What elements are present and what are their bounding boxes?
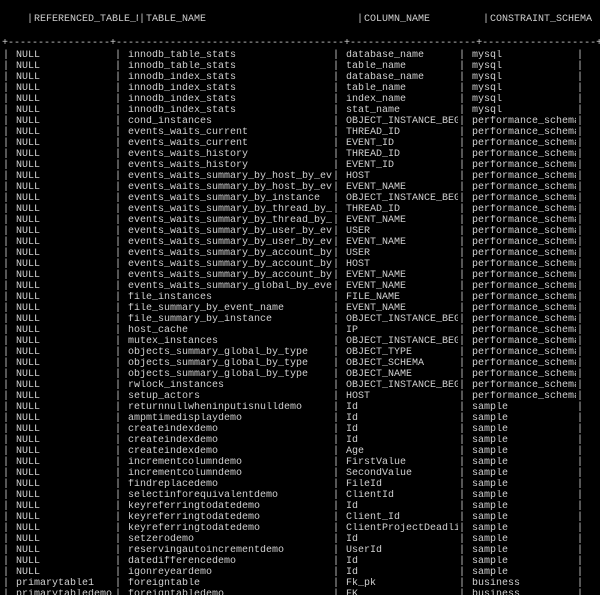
table-row: | NULL| events_waits_summary_by_host_by_… bbox=[2, 171, 598, 182]
pipe-icon: | bbox=[138, 14, 146, 26]
table-row: | primarytable1| foreigntable| Fk_pk| bu… bbox=[2, 578, 598, 589]
table-row: | NULL| rwlock_instances| OBJECT_INSTANC… bbox=[2, 380, 598, 391]
table-row: | NULL| mutex_instances| OBJECT_INSTANCE… bbox=[2, 336, 598, 347]
col-referenced-table-name: REFERENCED_TABLE_NAME bbox=[34, 14, 138, 26]
table-row: | NULL| events_waits_summary_by_account_… bbox=[2, 259, 598, 270]
table-row: | NULL| events_waits_history| THREAD_ID|… bbox=[2, 149, 598, 160]
table-row: | NULL| events_waits_summary_by_user_by_… bbox=[2, 226, 598, 237]
table-row: | NULL| incrementcolumndemo| SecondValue… bbox=[2, 468, 598, 479]
table-row: | NULL| events_waits_summary_by_host_by_… bbox=[2, 182, 598, 193]
pipe-icon: | bbox=[26, 14, 34, 26]
table-row: | NULL| objects_summary_global_by_type| … bbox=[2, 358, 598, 369]
table-row: | NULL| cond_instances| OBJECT_INSTANCE_… bbox=[2, 116, 598, 127]
table-row: | NULL| createindexdemo| Id| sample| bbox=[2, 424, 598, 435]
table-row: | NULL| setup_actors| HOST| performance_… bbox=[2, 391, 598, 402]
table-row: | NULL| innodb_table_stats| database_nam… bbox=[2, 50, 598, 61]
table-row: | NULL| igonreyeardemo| Id| sample| bbox=[2, 567, 598, 578]
terminal-output: |REFERENCED_TABLE_NAME|TABLE_NAME|COLUMN… bbox=[0, 0, 600, 595]
pipe-icon: | bbox=[332, 589, 340, 595]
table-row: | NULL| file_summary_by_event_name| EVEN… bbox=[2, 303, 598, 314]
table-row: | NULL| events_waits_summary_by_thread_b… bbox=[2, 204, 598, 215]
table-row: | primarytabledemo| foreigntabledemo| FK… bbox=[2, 589, 598, 595]
table-row: | NULL| innodb_index_stats| database_nam… bbox=[2, 72, 598, 83]
table-row: | NULL| events_waits_summary_global_by_e… bbox=[2, 281, 598, 292]
cell-referenced-table-name: primarytabledemo bbox=[10, 589, 114, 595]
table-row: | NULL| keyreferringtodatedemo| Client_I… bbox=[2, 512, 598, 523]
table-row: | NULL| ampmtimedisplaydemo| Id| sample| bbox=[2, 413, 598, 424]
col-column-name: COLUMN_NAME bbox=[364, 14, 482, 26]
pipe-icon: | bbox=[576, 589, 584, 595]
table-row: | NULL| returnnullwheninputisnulldemo| I… bbox=[2, 402, 598, 413]
table-row: | NULL| createindexdemo| Id| sample| bbox=[2, 435, 598, 446]
table-row: | NULL| innodb_index_stats| stat_name| m… bbox=[2, 105, 598, 116]
table-row: | NULL| findreplacedemo| FileId| sample| bbox=[2, 479, 598, 490]
table-row: | NULL| events_waits_summary_by_thread_b… bbox=[2, 215, 598, 226]
separator-line: +-----------------+---------------------… bbox=[2, 38, 598, 50]
table-row: | NULL| events_waits_summary_by_instance… bbox=[2, 193, 598, 204]
pipe-icon: | bbox=[2, 589, 10, 595]
table-row: | NULL| objects_summary_global_by_type| … bbox=[2, 369, 598, 380]
table-row: | NULL| setzerodemo| Id| sample| bbox=[2, 534, 598, 545]
table-row: | NULL| events_waits_summary_by_account_… bbox=[2, 270, 598, 281]
table-header-row: |REFERENCED_TABLE_NAME|TABLE_NAME|COLUMN… bbox=[2, 2, 598, 38]
table-row: | NULL| objects_summary_global_by_type| … bbox=[2, 347, 598, 358]
pipe-icon: | bbox=[356, 14, 364, 26]
cell-column-name: FK bbox=[340, 589, 458, 595]
pipe-icon: | bbox=[458, 589, 466, 595]
table-row: | NULL| events_waits_history| EVENT_ID| … bbox=[2, 160, 598, 171]
table-row: | NULL| host_cache| IP| performance_sche… bbox=[2, 325, 598, 336]
pipe-icon: | bbox=[114, 589, 122, 595]
table-row: | NULL| events_waits_current| EVENT_ID| … bbox=[2, 138, 598, 149]
table-row: | NULL| events_waits_summary_by_account_… bbox=[2, 248, 598, 259]
cell-constraint-schema: business bbox=[466, 589, 576, 595]
pipe-icon: | bbox=[482, 14, 490, 26]
table-row: | NULL| events_waits_summary_by_user_by_… bbox=[2, 237, 598, 248]
table-row: | NULL| datedifferencedemo| Id| sample| bbox=[2, 556, 598, 567]
table-row: | NULL| events_waits_current| THREAD_ID|… bbox=[2, 127, 598, 138]
table-row: | NULL| createindexdemo| Age| sample| bbox=[2, 446, 598, 457]
table-row: | NULL| incrementcolumndemo| FirstValue|… bbox=[2, 457, 598, 468]
table-row: | NULL| keyreferringtodatedemo| Id| samp… bbox=[2, 501, 598, 512]
table-row: | NULL| selectinforequivalentdemo| Clien… bbox=[2, 490, 598, 501]
table-row: | NULL| file_summary_by_instance| OBJECT… bbox=[2, 314, 598, 325]
table-row: | NULL| innodb_table_stats| table_name| … bbox=[2, 61, 598, 72]
table-row: | NULL| innodb_index_stats| table_name| … bbox=[2, 83, 598, 94]
col-constraint-schema: CONSTRAINT_SCHEMA bbox=[490, 14, 600, 26]
col-table-name: TABLE_NAME bbox=[146, 14, 356, 26]
table-body: | NULL| innodb_table_stats| database_nam… bbox=[2, 50, 598, 595]
table-row: | NULL| keyreferringtodatedemo| ClientPr… bbox=[2, 523, 598, 534]
table-row: | NULL| file_instances| FILE_NAME| perfo… bbox=[2, 292, 598, 303]
table-row: | NULL| innodb_index_stats| index_name| … bbox=[2, 94, 598, 105]
table-row: | NULL| reservingautoincrementdemo| User… bbox=[2, 545, 598, 556]
cell-table-name: foreigntabledemo bbox=[122, 589, 332, 595]
